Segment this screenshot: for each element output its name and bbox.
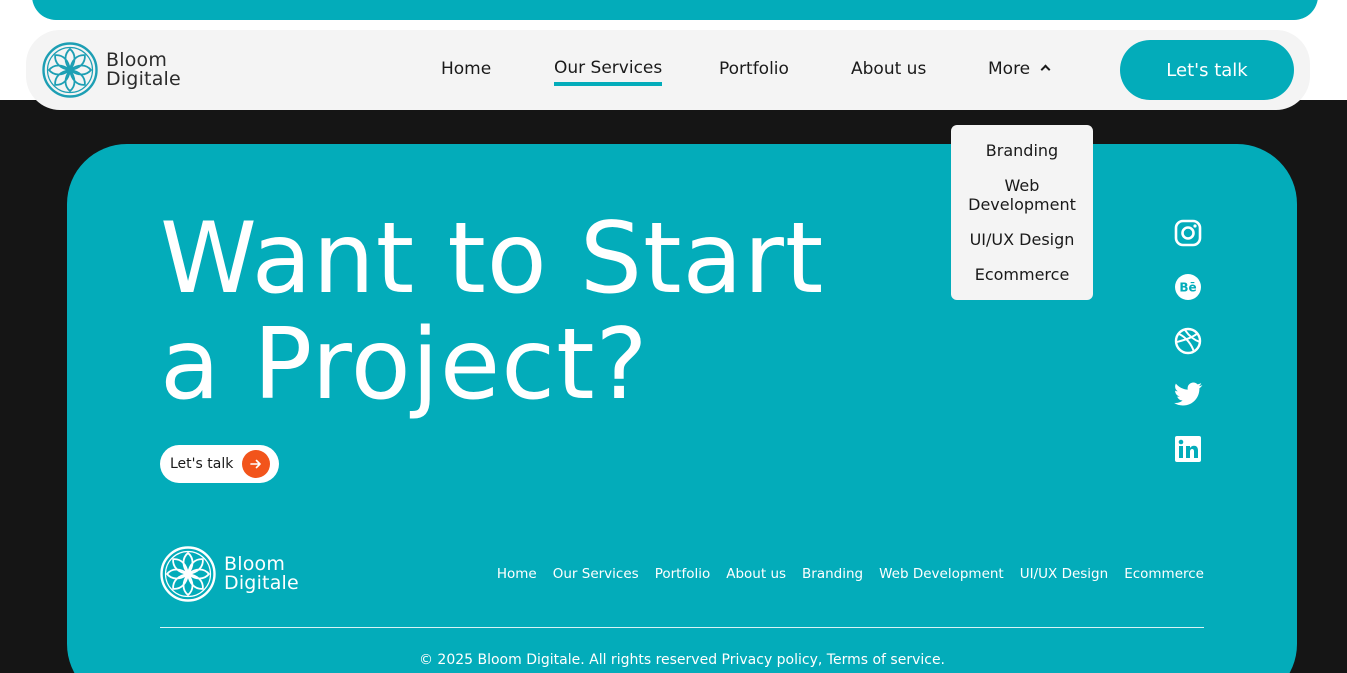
lets-talk-label: Let's talk	[170, 456, 234, 472]
dropdown-item-ui-ux-design[interactable]: UI/UX Design	[951, 230, 1093, 249]
more-dropdown-menu: Branding Web Development UI/UX Design Ec…	[951, 125, 1093, 300]
nav-about-us[interactable]: About us	[851, 59, 926, 79]
top-banner-strip	[32, 0, 1318, 20]
nav-home[interactable]: Home	[441, 59, 491, 79]
bloom-flower-icon	[42, 42, 98, 98]
footer-link-our-services[interactable]: Our Services	[553, 566, 639, 582]
footer-brand-wordmark: Bloom Digitale	[224, 555, 299, 593]
footer-brand-line2: Digitale	[224, 572, 299, 594]
hero-headline-line2: a Project?	[160, 308, 649, 422]
nav-more[interactable]: More	[988, 59, 1051, 79]
dropdown-item-ecommerce[interactable]: Ecommerce	[951, 265, 1093, 284]
footer-link-web-development[interactable]: Web Development	[879, 566, 1004, 582]
lets-talk-header-button[interactable]: Let's talk	[1120, 40, 1294, 100]
footer-divider	[160, 627, 1204, 628]
footer-link-about-us[interactable]: About us	[726, 566, 786, 582]
nav-more-label: More	[988, 59, 1031, 79]
site-header: Bloom Digitale Home Our Services Portfol…	[26, 30, 1310, 110]
dropdown-item-branding[interactable]: Branding	[951, 141, 1093, 160]
footer-link-home[interactable]: Home	[497, 566, 537, 582]
brand-logo[interactable]: Bloom Digitale	[42, 42, 181, 98]
dropdown-item-web-development[interactable]: Web Development	[951, 176, 1093, 214]
footer-link-ui-ux-design[interactable]: UI/UX Design	[1020, 566, 1108, 582]
twitter-icon[interactable]	[1173, 380, 1203, 410]
linkedin-icon[interactable]	[1173, 434, 1203, 464]
footer-brand-logo[interactable]: Bloom Digitale	[160, 546, 299, 602]
brand-wordmark: Bloom Digitale	[106, 51, 181, 89]
dribbble-icon[interactable]	[1173, 326, 1203, 356]
hero-headline: Want to Start a Project?	[160, 206, 960, 418]
bloom-flower-icon	[160, 546, 216, 602]
footer-link-portfolio[interactable]: Portfolio	[655, 566, 711, 582]
footer-link-branding[interactable]: Branding	[802, 566, 863, 582]
footer-nav: Home Our Services Portfolio About us Bra…	[497, 566, 1204, 582]
footer-link-ecommerce[interactable]: Ecommerce	[1124, 566, 1204, 582]
instagram-icon[interactable]	[1173, 218, 1203, 248]
copyright-text: © 2025 Bloom Digitale. All rights reserv…	[418, 652, 946, 668]
nav-our-services[interactable]: Our Services	[554, 58, 663, 86]
brand-line2: Digitale	[106, 68, 181, 90]
chevron-up-icon	[1040, 64, 1051, 75]
hero-headline-line1: Want to Start	[160, 202, 825, 316]
nav-portfolio[interactable]: Portfolio	[719, 59, 789, 79]
cta-footer-card: Want to Start a Project? Let's talk Bē B…	[67, 144, 1297, 673]
behance-icon[interactable]: Bē	[1173, 272, 1203, 302]
arrow-right-icon	[242, 450, 270, 478]
svg-text:Bē: Bē	[1179, 281, 1196, 295]
lets-talk-button[interactable]: Let's talk	[160, 445, 279, 483]
